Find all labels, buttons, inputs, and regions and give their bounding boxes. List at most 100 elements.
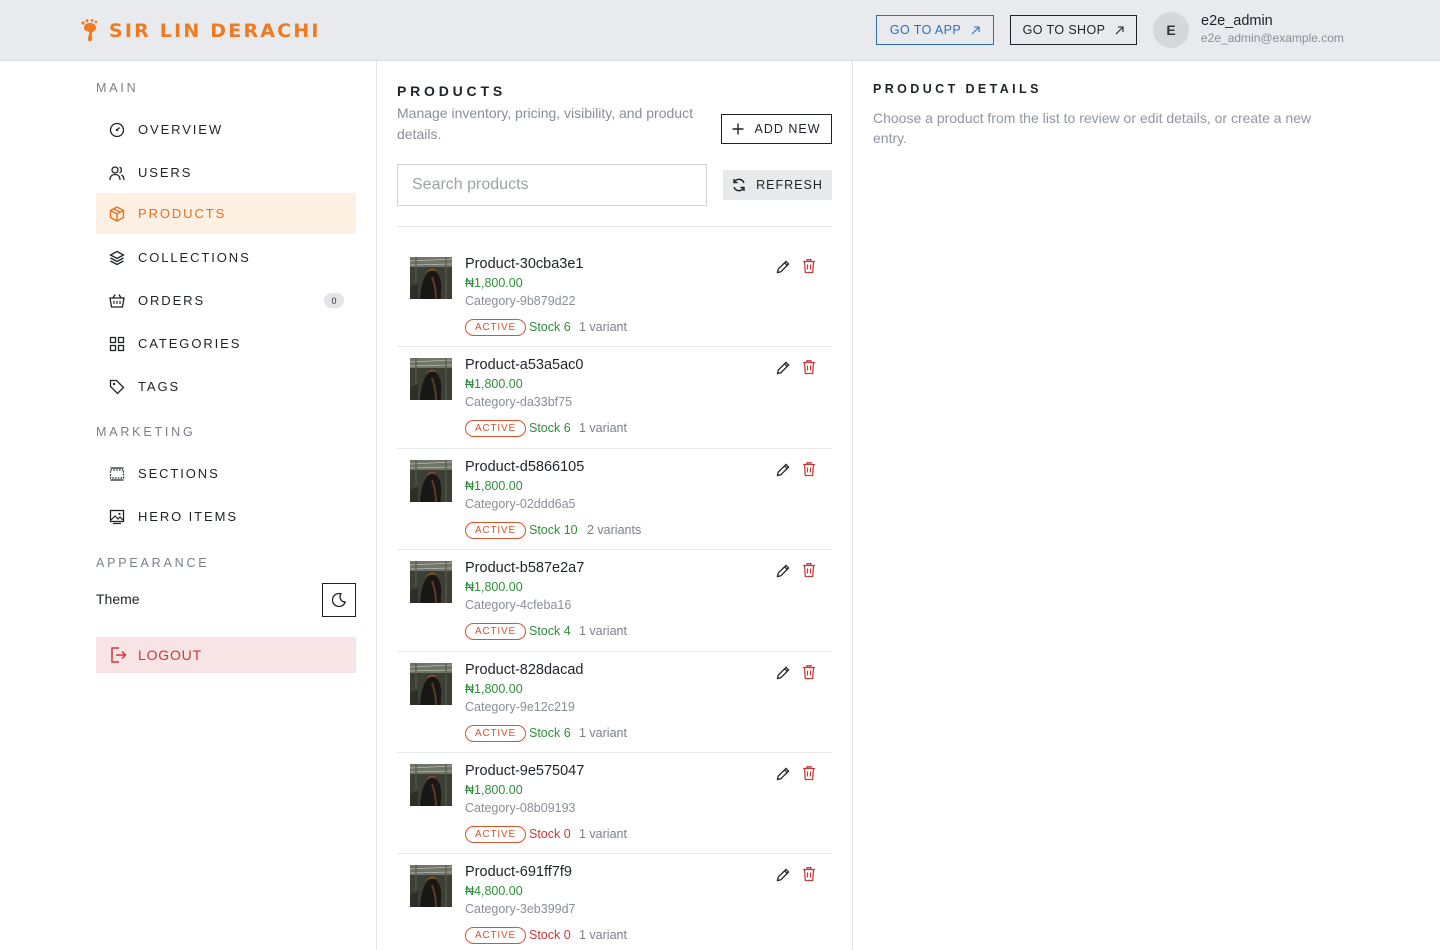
sidebar-item-label: SECTIONS <box>138 466 220 481</box>
product-category: Category-4cfeba16 <box>465 598 572 613</box>
orders-count-badge: 0 <box>324 293 344 308</box>
external-link-icon <box>971 25 980 34</box>
trash-icon[interactable] <box>801 461 817 477</box>
product-stock: Stock 0 <box>529 826 571 841</box>
edit-icon[interactable] <box>775 563 791 579</box>
product-thumbnail <box>410 662 452 705</box>
page-subtitle: Manage inventory, pricing, visibility, a… <box>397 105 693 142</box>
sidebar-item-overview[interactable]: OVERVIEW <box>96 109 356 150</box>
product-row[interactable]: Product-828dacad ₦1,800.00 Category-9e12… <box>397 652 832 753</box>
brand-name: SIR LIN DERACHI <box>109 20 321 42</box>
product-price: ₦1,800.00 <box>465 681 523 696</box>
go-to-app-button[interactable]: GO TO APP <box>876 15 994 45</box>
details-empty-text: Choose a product from the list to review… <box>873 110 1312 146</box>
product-price: ₦1,800.00 <box>465 580 523 595</box>
trash-icon[interactable] <box>801 664 817 680</box>
moon-icon <box>331 592 347 608</box>
product-category: Category-3eb399d7 <box>465 902 576 917</box>
product-thumbnail <box>410 763 452 806</box>
brand[interactable]: SIR LIN DERACHI <box>80 17 321 45</box>
trash-icon[interactable] <box>801 765 817 781</box>
product-variants: 1 variant <box>579 826 627 841</box>
product-details-panel: PRODUCT DETAILS Choose a product from th… <box>853 61 1440 950</box>
product-row[interactable]: Product-a53a5ac0 ₦1,800.00 Category-da33… <box>397 347 832 449</box>
sidebar-item-categories[interactable]: CATEGORIES <box>96 323 356 364</box>
product-row[interactable]: Product-d5866105 ₦1,800.00 Category-02dd… <box>397 449 832 551</box>
edit-icon[interactable] <box>775 360 791 376</box>
product-thumbnail <box>410 459 452 502</box>
section-title-main: MAIN <box>96 81 139 95</box>
section-title-appearance: APPEARANCE <box>96 556 210 570</box>
product-variants: 1 variant <box>579 320 627 334</box>
sidebar-item-users[interactable]: USERS <box>96 152 356 193</box>
product-stock: Stock 6 <box>529 421 571 436</box>
product-thumbnail <box>410 865 452 908</box>
status-badge: ACTIVE <box>465 927 526 945</box>
logout-button[interactable]: LOGOUT <box>96 637 356 673</box>
refresh-button[interactable]: REFRESH <box>723 170 832 200</box>
product-price: ₦1,800.00 <box>465 276 523 290</box>
theme-toggle-button[interactable] <box>322 583 356 617</box>
layers-icon <box>109 250 125 265</box>
trash-icon[interactable] <box>801 359 817 375</box>
product-row[interactable]: Product-691ff7f9 ₦4,800.00 Category-3eb3… <box>397 854 832 950</box>
product-variants: 2 variants <box>587 522 642 537</box>
grid-icon <box>109 336 125 351</box>
edit-icon[interactable] <box>775 867 791 883</box>
search-input[interactable] <box>397 164 707 206</box>
trash-icon[interactable] <box>801 562 817 578</box>
tag-icon <box>109 379 125 394</box>
edit-icon[interactable] <box>775 665 791 681</box>
add-new-button[interactable]: ADD NEW <box>721 114 832 144</box>
product-variants: 1 variant <box>579 725 627 740</box>
page-title: PRODUCTS <box>397 83 506 99</box>
users-icon <box>109 165 125 180</box>
sidebar: MAIN OVERVIEW USERS PRODUCTS COLLECTIONS… <box>0 61 377 950</box>
product-row[interactable]: Product-9e575047 ₦1,800.00 Category-08b0… <box>397 753 832 855</box>
product-category: Category-08b09193 <box>465 800 576 815</box>
status-badge: ACTIVE <box>465 623 526 641</box>
product-name[interactable]: Product-30cba3e1 <box>465 256 584 272</box>
basket-icon <box>109 293 125 308</box>
sidebar-item-label: TAGS <box>138 379 181 394</box>
product-name[interactable]: Product-828dacad <box>465 662 584 678</box>
product-row[interactable]: Product-30cba3e1 ₦1,800.00 Category-9b87… <box>397 246 832 348</box>
product-category: Category-9e12c219 <box>465 699 575 714</box>
product-row[interactable]: Product-b587e2a7 ₦1,800.00 Category-4cfe… <box>397 550 832 652</box>
sidebar-item-hero-items[interactable]: HERO ITEMS <box>96 496 356 537</box>
sidebar-item-tags[interactable]: TAGS <box>96 366 356 407</box>
product-name[interactable]: Product-9e575047 <box>465 763 584 779</box>
product-name[interactable]: Product-a53a5ac0 <box>465 357 584 373</box>
add-new-label: ADD NEW <box>754 122 821 136</box>
image-icon <box>109 509 125 524</box>
products-panel: PRODUCTS Manage inventory, pricing, visi… <box>377 61 853 950</box>
avatar[interactable]: E <box>1153 12 1189 48</box>
sidebar-item-label: CATEGORIES <box>138 336 242 351</box>
sidebar-item-products[interactable]: PRODUCTS <box>96 193 356 234</box>
refresh-icon <box>733 178 745 192</box>
sidebar-item-sections[interactable]: SECTIONS <box>96 453 356 494</box>
product-price: ₦4,800.00 <box>465 884 523 899</box>
theme-label: Theme <box>96 591 140 607</box>
edit-icon[interactable] <box>775 259 791 275</box>
sidebar-item-orders[interactable]: ORDERS 0 <box>96 280 356 321</box>
product-list: Product-30cba3e1 ₦1,800.00 Category-9b87… <box>397 246 832 950</box>
sidebar-item-label: HERO ITEMS <box>138 509 238 524</box>
sidebar-item-label: COLLECTIONS <box>138 250 251 265</box>
product-name[interactable]: Product-d5866105 <box>465 459 584 475</box>
product-category: Category-da33bf75 <box>465 395 573 410</box>
trash-icon[interactable] <box>801 866 817 882</box>
sidebar-item-collections[interactable]: COLLECTIONS <box>96 237 356 278</box>
top-bar: SIR LIN DERACHI GO TO APP GO TO SHOP E e… <box>0 0 1440 61</box>
edit-icon[interactable] <box>775 462 791 478</box>
trash-icon[interactable] <box>801 258 817 274</box>
product-variants: 1 variant <box>579 928 627 943</box>
sidebar-item-label: USERS <box>138 165 193 180</box>
product-stock: Stock 6 <box>529 320 571 334</box>
product-name[interactable]: Product-b587e2a7 <box>465 560 584 576</box>
product-name[interactable]: Product-691ff7f9 <box>465 864 572 880</box>
edit-icon[interactable] <box>775 766 791 782</box>
product-variants: 1 variant <box>579 421 627 436</box>
logo-icon <box>81 19 98 42</box>
go-to-shop-button[interactable]: GO TO SHOP <box>1010 15 1137 45</box>
